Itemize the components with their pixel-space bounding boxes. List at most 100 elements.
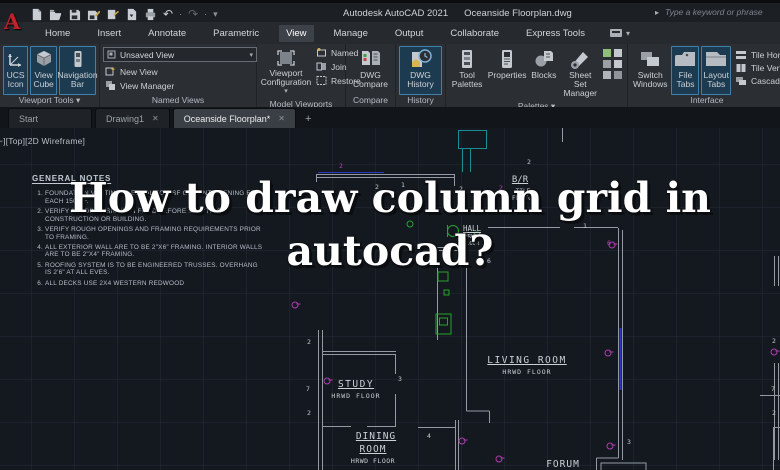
print-icon[interactable]	[144, 8, 157, 21]
tab-annotate[interactable]: Annotate	[141, 25, 193, 42]
undo-icon[interactable]: ↶	[163, 8, 173, 20]
new-view-icon	[105, 67, 116, 76]
new-view-label: New View	[120, 66, 158, 77]
file-tab-drawing1[interactable]: Drawing1 ✕	[95, 108, 170, 128]
tab-output[interactable]: Output	[388, 25, 431, 42]
file-tabs-button[interactable]: File Tabs	[671, 46, 700, 95]
room-label-forum: FORUM	[546, 459, 580, 470]
search-input[interactable]: ▸ Type a keyword or phrase	[655, 7, 780, 17]
tab-insert[interactable]: Insert	[90, 25, 128, 42]
qat-overflow-icon[interactable]: ▾	[213, 9, 218, 20]
ucs-icon-button[interactable]: UCS Icon	[3, 46, 29, 95]
tab-home[interactable]: Home	[38, 25, 77, 42]
plan-number: 2	[772, 337, 776, 345]
plan-number: 2	[499, 184, 503, 192]
join-viewport-label: Join	[331, 61, 347, 72]
panel-model-viewports: Viewport Configuration ▾ Named Join Rest…	[257, 44, 361, 109]
panel-label-viewport-tools[interactable]: Viewport Tools ▾	[0, 95, 99, 107]
dwg-compare-button[interactable]: DWG Compare	[349, 46, 392, 95]
dwg-compare-label-2: Compare	[353, 79, 388, 89]
view-cube-button[interactable]: View Cube	[30, 46, 57, 95]
door-marker-icon	[458, 437, 468, 445]
properties-icon	[502, 50, 513, 68]
new-file-icon[interactable]	[30, 8, 43, 21]
undo-dropdown-icon[interactable]: ·	[179, 9, 182, 19]
tab-collaborate[interactable]: Collaborate	[443, 25, 506, 42]
room-label-dining-2: ROOM	[359, 444, 387, 455]
close-icon[interactable]: ✕	[152, 114, 159, 123]
document-title: Oceanside Floorplan.dwg	[464, 8, 572, 19]
tab-manage[interactable]: Manage	[327, 25, 375, 42]
viewport-configuration-icon	[277, 50, 295, 66]
panel-history: DWG History History	[396, 44, 446, 107]
tab-express-tools[interactable]: Express Tools	[519, 25, 592, 42]
note-item: ALL EXTERIOR WALL ARE TO BE 2"X6" FRAMIN…	[45, 244, 264, 259]
file-tabs-label: File Tabs	[676, 70, 695, 89]
ribbon-display-toggle[interactable]: ▾	[609, 28, 630, 38]
blocks-button[interactable]: Blocks	[529, 46, 558, 101]
file-tab-drawing1-label: Drawing1	[106, 113, 145, 124]
plan-number: 2	[307, 409, 311, 417]
note-item: ROOFING SYSTEM IS TO BE ENGINEERED TRUSS…	[45, 262, 264, 277]
tab-view[interactable]: View	[279, 24, 314, 42]
search-go-icon[interactable]: ▸	[655, 8, 659, 17]
room-label-living-room: LIVING ROOM	[487, 355, 567, 366]
quick-access-toolbar: ↶ · ↷ · ▾	[30, 8, 218, 21]
tile-horizontally-button[interactable]: Tile Horizontally	[733, 49, 780, 61]
cascade-button[interactable]: Cascade	[733, 75, 780, 87]
palette-grid-icons-2[interactable]	[602, 59, 624, 69]
view-dropdown[interactable]: Unsaved View ▾	[103, 47, 257, 62]
export-icon[interactable]	[125, 8, 138, 21]
room-label-dining-1: DINING	[355, 431, 397, 442]
sheet-set-manager-label: Sheet Set Manager	[563, 70, 598, 98]
new-drawing-tab-button[interactable]: +	[305, 113, 311, 128]
autocad-logo[interactable]: A	[4, 7, 24, 39]
room-floor-hall-1: HRWD	[464, 234, 478, 240]
plan-number: 1	[401, 181, 405, 189]
join-viewport-icon	[316, 62, 326, 71]
navigation-bar-icon	[74, 51, 81, 67]
layout-tabs-button[interactable]: Layout Tabs	[701, 46, 732, 95]
dwg-history-icon	[411, 49, 432, 67]
navigation-bar-button[interactable]: Navigation Bar	[57, 46, 98, 95]
room-label-hall: HALL	[462, 224, 482, 233]
panel-compare: DWG Compare Compare	[346, 44, 396, 107]
tile-vertically-button[interactable]: Tile Vertically	[733, 62, 780, 74]
redo-dropdown-icon[interactable]: ·	[204, 9, 207, 19]
palette-grid-icons-3[interactable]	[602, 70, 624, 80]
plot-icon[interactable]	[106, 8, 119, 21]
general-notes: GENERAL NOTES FOUNDATION VENTING IS EQUA…	[32, 174, 264, 290]
properties-button[interactable]: Properties	[487, 46, 527, 101]
sheet-set-manager-icon	[571, 52, 589, 69]
view-manager-button[interactable]: View Manager	[103, 79, 253, 92]
note-item: ALL DECKS USE 2X4 WESTERN REDWOOD	[45, 280, 264, 288]
new-view-button[interactable]: New View	[103, 65, 253, 78]
save-as-icon[interactable]	[87, 8, 100, 21]
open-folder-icon[interactable]	[49, 8, 62, 21]
close-icon[interactable]: ✕	[278, 114, 285, 123]
redo-icon[interactable]: ↷	[188, 8, 198, 20]
switch-windows-button[interactable]: Switch Windows	[631, 46, 669, 95]
named-viewport-icon	[317, 48, 326, 57]
viewport-configuration-button[interactable]: Viewport Configuration ▾	[260, 46, 312, 99]
restore-viewport-icon	[316, 76, 327, 85]
room-floor-br-2: FLOOR	[511, 195, 531, 202]
app-title: Autodesk AutoCAD 2021	[343, 8, 449, 19]
tool-palettes-button[interactable]: Tool Palettes	[449, 46, 485, 101]
file-tab-oceanside[interactable]: Oceanside Floorplan* ✕	[172, 108, 296, 128]
ucs-icon-label: UCS Icon	[6, 70, 25, 89]
sheet-set-manager-button[interactable]: Sheet Set Manager	[560, 46, 600, 101]
file-tab-start[interactable]: Start	[8, 108, 92, 128]
room-floor-hall-2: FLOOR	[462, 241, 480, 247]
drawing-viewport[interactable]: −][Top][2D Wireframe] GENERAL NOTES 1. F…	[0, 128, 780, 470]
switch-windows-icon	[641, 52, 660, 66]
viewport-configuration-caret: ▾	[284, 88, 288, 95]
palette-grid-icons-1[interactable]	[602, 48, 624, 58]
autocad-window: ↶ · ↷ · ▾ Autodesk AutoCAD 2021 Oceansid…	[0, 0, 780, 470]
save-icon[interactable]	[68, 8, 81, 21]
room-label-study: STUDY	[337, 379, 375, 390]
tab-parametric[interactable]: Parametric	[206, 25, 266, 42]
door-marker-icon	[291, 301, 301, 309]
file-tab-bar: Start Drawing1 ✕ Oceanside Floorplan* ✕ …	[0, 107, 780, 128]
dwg-history-button[interactable]: DWG History	[399, 46, 442, 95]
